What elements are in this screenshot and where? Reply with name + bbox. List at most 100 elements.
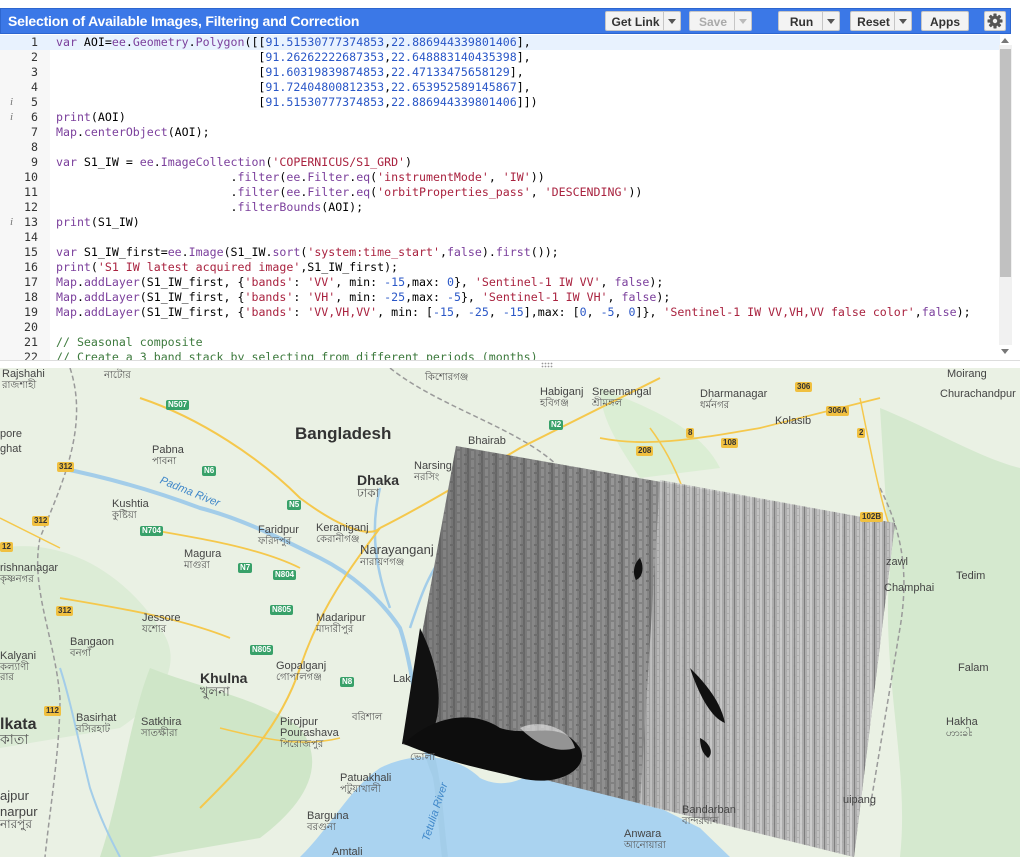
info-marker-icon[interactable]: i bbox=[10, 95, 13, 110]
code-line[interactable]: 17 Map.addLayer(S1_IW_first, {'bands': 'V… bbox=[0, 275, 1000, 290]
map-label-anwara: Anwara আনোয়ারা bbox=[624, 828, 666, 851]
code-text[interactable]: [91.60319839874853,22.47133475658129], bbox=[56, 65, 523, 80]
code-line[interactable]: 1 var AOI=ee.Geometry.Polygon([[91.515307… bbox=[0, 35, 1000, 50]
info-marker-icon[interactable]: i bbox=[10, 110, 13, 125]
map-label-pore: pore bbox=[0, 428, 23, 440]
code-line[interactable]: 16 print('S1 IW latest acquired image',S1… bbox=[0, 260, 1000, 275]
code-line[interactable]: 22 // Create a 3 band stack by selecting … bbox=[0, 350, 1000, 360]
line-number: 12 bbox=[24, 200, 38, 214]
code-text[interactable]: var AOI=ee.Geometry.Polygon([[91.5153077… bbox=[56, 35, 531, 50]
code-text[interactable]: [91.51530777374853,22.886944339801406]]) bbox=[56, 95, 537, 110]
code-text[interactable]: Map.addLayer(S1_IW_first, {'bands': 'VH'… bbox=[56, 290, 670, 305]
code-text[interactable]: [91.72404800812353,22.653952589145867], bbox=[56, 80, 530, 95]
apps-label: Apps bbox=[930, 15, 960, 29]
code-line[interactable]: 13 i print(S1_IW) bbox=[0, 215, 1000, 230]
code-text[interactable]: Map.addLayer(S1_IW_first, {'bands': 'VV'… bbox=[56, 275, 663, 290]
map-label-khulna: Khulna খুলনা bbox=[200, 670, 248, 699]
editor-scrollbar-thumb[interactable] bbox=[1000, 49, 1011, 277]
scroll-up-arrow-icon[interactable] bbox=[1001, 38, 1009, 43]
code-line[interactable]: 4 [91.72404800812353,22.653952589145867]… bbox=[0, 80, 1000, 95]
editor-vertical-scrollbar[interactable] bbox=[999, 45, 1012, 345]
reset-button[interactable]: Reset bbox=[850, 11, 912, 31]
line-number: 16 bbox=[24, 260, 38, 274]
map-label-barguna: Barguna বরগুনা bbox=[307, 810, 349, 833]
code-text[interactable]: .filter(ee.Filter.eq('instrumentMode', '… bbox=[56, 170, 545, 185]
reset-label: Reset bbox=[857, 15, 890, 29]
code-text[interactable]: Map.addLayer(S1_IW_first, {'bands': 'VV,… bbox=[56, 305, 971, 320]
line-number: 10 bbox=[24, 170, 38, 184]
code-text[interactable]: var S1_IW_first=ee.Image(S1_IW.sort('sys… bbox=[56, 245, 559, 260]
map-label-sonarpur: narpur নারপুর bbox=[0, 804, 38, 831]
map-label-gopalganj: Gopalganj গোপালগঞ্জ bbox=[276, 660, 327, 683]
code-text[interactable]: [91.26262222687353,22.648883140435398], bbox=[56, 50, 530, 65]
line-number: 21 bbox=[24, 335, 38, 349]
map-label-moirang: Moirang bbox=[947, 368, 987, 380]
script-header-bar: Selection of Available Images, Filtering… bbox=[0, 8, 1011, 34]
code-text[interactable]: print('S1 IW latest acquired image',S1_I… bbox=[56, 260, 398, 275]
save-button[interactable]: Save bbox=[689, 11, 752, 31]
code-line[interactable]: 12 .filterBounds(AOI); bbox=[0, 200, 1000, 215]
code-text[interactable]: .filterBounds(AOI); bbox=[56, 200, 364, 215]
map-label-amtali: Amtali bbox=[332, 846, 363, 857]
road-shield-312b: 312 bbox=[32, 516, 50, 526]
line-number: 3 bbox=[31, 65, 38, 79]
map-label-madaripur: Madaripur মাদারীপুর bbox=[316, 612, 366, 635]
get-link-dropdown-chevron-icon[interactable] bbox=[663, 12, 680, 30]
road-shield-n2: N2 bbox=[549, 420, 564, 430]
map-label-bangladesh: Bangladesh bbox=[295, 424, 392, 443]
code-line[interactable]: 20 bbox=[0, 320, 1000, 335]
code-line[interactable]: 5 i [91.51530777374853,22.886944339801406… bbox=[0, 95, 1000, 110]
code-line[interactable]: 8 bbox=[0, 140, 1000, 155]
code-text[interactable]: // Seasonal composite bbox=[56, 335, 203, 350]
info-marker-icon[interactable]: i bbox=[10, 215, 13, 230]
scroll-down-arrow-icon[interactable] bbox=[1001, 349, 1009, 354]
map-label-rajpur: ajpur bbox=[0, 788, 29, 803]
reset-dropdown-chevron-icon[interactable] bbox=[894, 12, 911, 30]
line-number: 8 bbox=[31, 140, 38, 154]
code-text[interactable]: var S1_IW = ee.ImageCollection('COPERNIC… bbox=[56, 155, 412, 170]
road-shield-112: 112 bbox=[44, 706, 61, 716]
apps-button[interactable]: Apps bbox=[921, 11, 969, 31]
code-text[interactable]: print(S1_IW) bbox=[56, 215, 140, 230]
road-shield-n704: N704 bbox=[140, 526, 164, 536]
code-text[interactable]: Map.centerObject(AOI); bbox=[56, 125, 210, 140]
code-line[interactable]: 9 var S1_IW = ee.ImageCollection('COPERNI… bbox=[0, 155, 1000, 170]
line-number: 15 bbox=[24, 245, 38, 259]
map-label-dharmanagar: Dharmanagar ধর্মনগর bbox=[700, 388, 768, 411]
line-number: 6 bbox=[31, 110, 38, 124]
code-text[interactable]: print(AOI) bbox=[56, 110, 126, 125]
map-label-hakha: Hakha ဟားခါး bbox=[946, 716, 978, 739]
map-label-ghat: ghat bbox=[0, 443, 22, 455]
code-editor[interactable]: 1 var AOI=ee.Geometry.Polygon([[91.515307… bbox=[0, 35, 1020, 361]
code-line[interactable]: 19 Map.addLayer(S1_IW_first, {'bands': 'V… bbox=[0, 305, 1000, 320]
code-line[interactable]: 18 Map.addLayer(S1_IW_first, {'bands': 'V… bbox=[0, 290, 1000, 305]
code-text[interactable]: .filter(ee.Filter.eq('orbitProperties_pa… bbox=[56, 185, 643, 200]
line-number: 13 bbox=[24, 215, 38, 229]
road-shield-n7: N7 bbox=[238, 563, 253, 573]
save-dropdown-chevron-icon[interactable] bbox=[734, 12, 751, 30]
code-line[interactable]: 10 .filter(ee.Filter.eq('instrumentMode'… bbox=[0, 170, 1000, 185]
get-link-button[interactable]: Get Link bbox=[605, 11, 681, 31]
run-button[interactable]: Run bbox=[778, 11, 840, 31]
code-line[interactable]: 7 Map.centerObject(AOI); bbox=[0, 125, 1000, 140]
map-label-bhola: ভোলা bbox=[410, 752, 435, 763]
get-link-label: Get Link bbox=[611, 15, 660, 29]
line-number: 19 bbox=[24, 305, 38, 319]
map-label-kushtia: Kushtia কুষ্টিয়া bbox=[112, 498, 149, 521]
road-shield-312a: 312 bbox=[57, 462, 75, 472]
code-line[interactable]: 2 [91.26262222687353,22.648883140435398]… bbox=[0, 50, 1000, 65]
code-line[interactable]: 15 var S1_IW_first=ee.Image(S1_IW.sort('s… bbox=[0, 245, 1000, 260]
code-text[interactable]: // Create a 3 band stack by selecting fr… bbox=[56, 350, 538, 360]
map-panel[interactable]: Rajshahi রাজশাহী নাটোর Bangladesh Pabna পা… bbox=[0, 368, 1020, 857]
map-label-nabadwip: রার bbox=[0, 672, 14, 683]
code-line[interactable]: 3 [91.60319839874853,22.47133475658129], bbox=[0, 65, 1000, 80]
map-label-zawl: zawl bbox=[886, 556, 909, 568]
code-line[interactable]: 11 .filter(ee.Filter.eq('orbitProperties… bbox=[0, 185, 1000, 200]
code-line[interactable]: 21 // Seasonal composite bbox=[0, 335, 1000, 350]
code-line[interactable]: 14 bbox=[0, 230, 1000, 245]
code-line[interactable]: 6 i print(AOI) bbox=[0, 110, 1000, 125]
map-label-bangaon: Bangaon বনগাঁ bbox=[70, 636, 115, 659]
road-shield-306a: 306A bbox=[826, 406, 850, 416]
run-dropdown-chevron-icon[interactable] bbox=[822, 12, 839, 30]
settings-gear-button[interactable] bbox=[984, 11, 1006, 31]
